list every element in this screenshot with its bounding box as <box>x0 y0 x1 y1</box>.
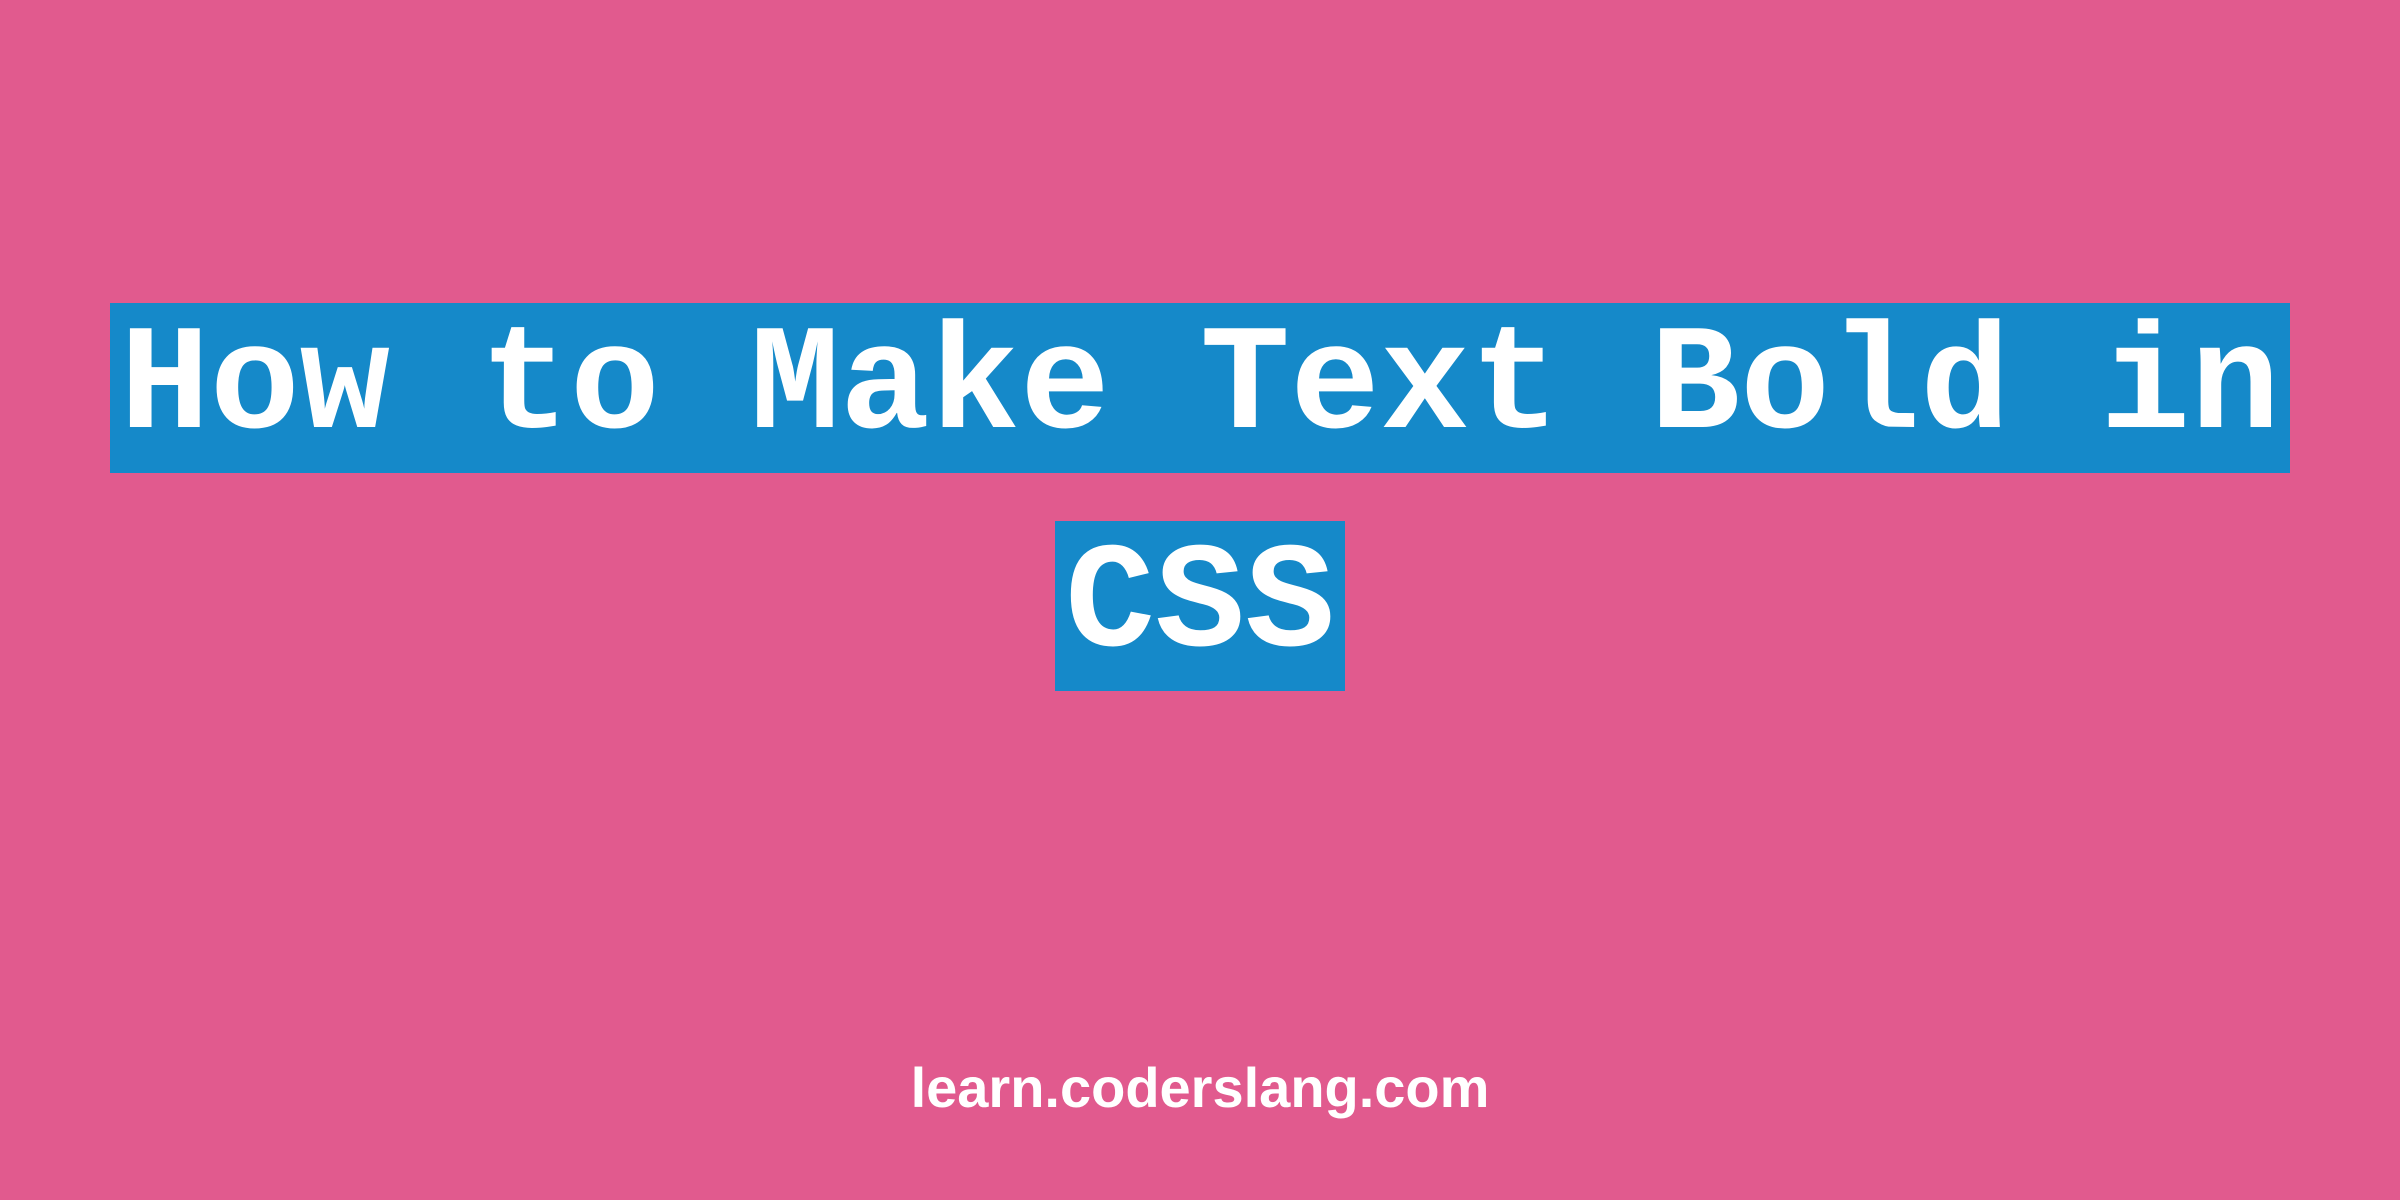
page-title: How to Make Text Bold in CSS <box>0 280 2400 715</box>
title-text: How to Make Text Bold in CSS <box>110 303 2290 691</box>
footer-url: learn.coderslang.com <box>911 1055 1490 1120</box>
